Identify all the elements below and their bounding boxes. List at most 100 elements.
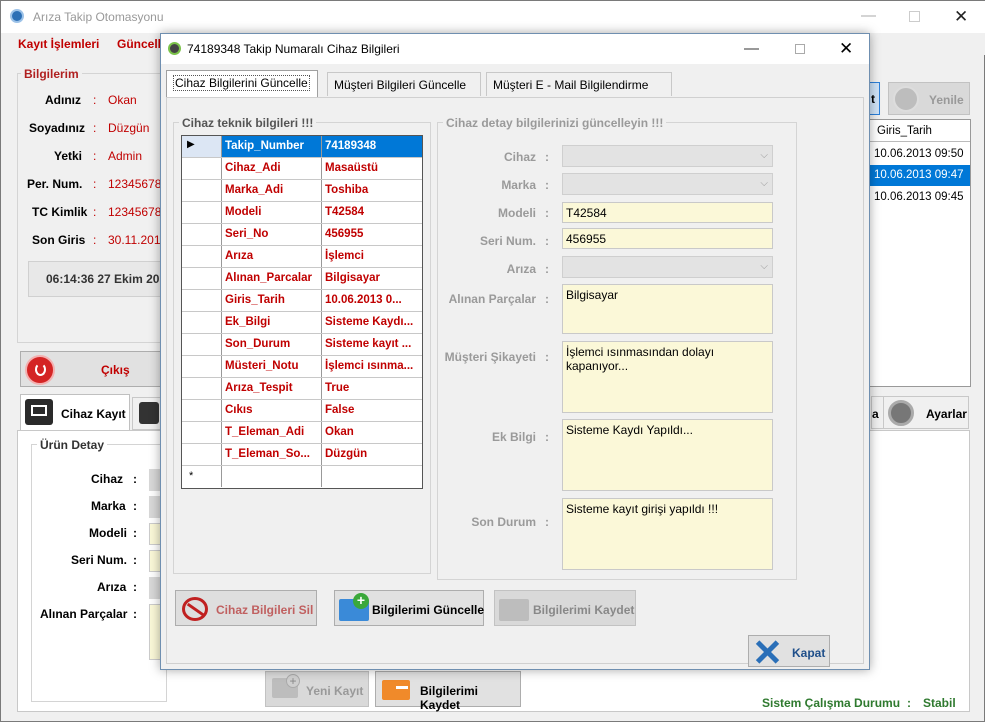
info-label-soyad: Soyadınız — [29, 121, 86, 135]
dialog-maximize-icon[interactable] — [795, 44, 805, 54]
prohibited-icon — [182, 597, 208, 621]
delete-device-button[interactable]: Cihaz Bilgileri Sil — [175, 590, 317, 626]
tab-cihaz-kayit-label: Cihaz Kayıt — [61, 407, 126, 421]
son-field[interactable]: Sisteme kayıt girişi yapıldı !!! — [562, 498, 773, 570]
power-icon — [25, 355, 55, 385]
info-label-ad: Adınız — [45, 93, 81, 107]
close-button[interactable]: Kapat — [748, 635, 830, 667]
dialog-app-icon — [168, 42, 181, 55]
device-grid[interactable]: ▶ Takip_Number 74189348 Cihaz_Adi Masaüst… — [181, 135, 423, 489]
grid-row[interactable]: T_Eleman_Adi Okan — [182, 422, 422, 444]
app-icon — [10, 9, 24, 23]
dialog-minimize-icon[interactable]: — — [744, 40, 759, 57]
gear-icon — [888, 400, 914, 426]
menu-kayit-islemleri[interactable]: Kayıt İşlemleri — [18, 37, 99, 51]
grid-row[interactable]: T_Eleman_So... Düzgün — [182, 444, 422, 466]
new-record-button[interactable]: + Yeni Kayıt — [265, 671, 369, 707]
info-value-tc: 123456789 — [108, 205, 164, 219]
marka-combo[interactable]: ⌵ — [562, 173, 773, 195]
label-sikayet: Müşteri Şikayeti — [444, 350, 536, 364]
info-label-yetki: Yetki — [54, 149, 83, 163]
info-value-pernum: 123456789 — [108, 177, 164, 191]
main-titlebar: Arıza Takip Otomasyonu — ✕ — [1, 1, 985, 33]
list-row[interactable]: 10.06.2013 09:50 — [873, 144, 970, 165]
grid-row-selected[interactable]: ▶ Takip_Number 74189348 — [182, 136, 422, 158]
grid-row[interactable]: Cıkıs False — [182, 400, 422, 422]
grid-row[interactable]: Arıza_Tespit True — [182, 378, 422, 400]
grid-row[interactable]: Seri_No 456955 — [182, 224, 422, 246]
tab-musteri-guncelle[interactable]: Müşteri Bilgileri Güncelle — [327, 72, 481, 96]
list-row-selected[interactable]: 10.06.2013 09:47 — [870, 165, 970, 186]
label-modeli: Modeli — [498, 206, 536, 220]
product-label-cihaz: Cihaz — [91, 472, 124, 486]
grid-row[interactable]: Giris_Tarih 10.06.2013 0... — [182, 290, 422, 312]
tab-musteri[interactable] — [132, 397, 162, 430]
list-header[interactable]: Giris_Tarih — [870, 120, 970, 142]
dialog-close-icon[interactable]: ✕ — [839, 39, 853, 59]
folder-save-icon — [499, 599, 529, 621]
tab-cihaz-kayit[interactable]: Cihaz Kayıt — [20, 394, 130, 430]
tab-ayarlar[interactable]: Ayarlar — [883, 396, 969, 429]
ariza-combo[interactable]: ⌵ — [562, 256, 773, 278]
label-ek: Ek Bilgi — [491, 430, 536, 444]
refresh-icon — [893, 86, 919, 112]
record-list[interactable]: Giris_Tarih 10.06.2013 09:50 10.06.2013 … — [869, 119, 971, 387]
tab-email-bilgilendirme[interactable]: Müşteri E - Mail Bilgilendirme — [486, 72, 672, 96]
sikayet-field[interactable]: İşlemci ısınmasından dolayı kapanıyor... — [562, 341, 773, 413]
exit-button[interactable]: Çıkış — [20, 351, 162, 387]
label-parcalar: Alınan Parçalar — [448, 292, 536, 306]
grid-row[interactable]: Marka_Adi Toshiba — [182, 180, 422, 202]
close-icon[interactable]: ✕ — [954, 7, 968, 27]
top-right-button[interactable]: t — [869, 82, 880, 115]
label-cihaz: Cihaz — [503, 150, 536, 164]
grid-row[interactable]: Modeli T42584 — [182, 202, 422, 224]
info-value-yetki: Admin — [108, 149, 143, 163]
chevron-down-icon: ⌵ — [760, 150, 768, 161]
label-ariza: Arıza — [506, 262, 536, 276]
row-pointer-icon: ▶ — [187, 139, 195, 150]
tab-partial[interactable]: a — [871, 396, 883, 429]
grid-row[interactable]: Cihaz_Adi Masaüstü — [182, 158, 422, 180]
product-group-title: Ürün Detay — [37, 438, 108, 452]
list-row[interactable]: 10.06.2013 09:45 — [873, 187, 970, 208]
save-info-button[interactable]: Bilgilerimi Kaydet — [494, 590, 636, 626]
save-info-main-label: Bilgilerimi Kaydet — [420, 684, 479, 712]
grid-row[interactable]: Arıza İşlemci — [182, 246, 422, 268]
monitor-icon — [25, 399, 53, 425]
label-seri: Seri Num. — [479, 234, 536, 248]
clock-text: 06:14:36 27 Ekim 20 — [46, 272, 160, 286]
status-colon: : — [907, 696, 911, 710]
product-label-modeli: Modeli — [89, 526, 127, 540]
product-label-parcalar: Alınan Parçalar — [40, 607, 128, 621]
close-x-icon — [753, 638, 781, 666]
new-record-label: Yeni Kayıt — [306, 684, 364, 698]
grid-row[interactable]: Müsteri_Notu İşlemci ısınma... — [182, 356, 422, 378]
info-label-tc: TC Kimlik — [32, 205, 88, 219]
save-info-main-button[interactable]: Bilgilerimi Kaydet — [375, 671, 521, 712]
grid-row[interactable]: Alınan_Parcalar Bilgisayar — [182, 268, 422, 290]
folder-icon — [382, 680, 410, 700]
maximize-icon[interactable] — [909, 11, 920, 22]
tab-cihaz-guncelle[interactable]: Cihaz Bilgilerini Güncelle — [166, 70, 318, 98]
user-icon — [139, 402, 159, 424]
info-group-title: Bilgilerim — [21, 67, 82, 81]
tab-ayarlar-label: Ayarlar — [926, 407, 967, 421]
product-label-marka: Marka — [91, 499, 126, 513]
status-value: Stabil — [923, 696, 956, 710]
cihaz-combo[interactable]: ⌵ — [562, 145, 773, 167]
grid-row[interactable]: Ek_Bilgi Sisteme Kaydı... — [182, 312, 422, 334]
device-dialog: 74189348 Takip Numaralı Cihaz Bilgileri … — [160, 33, 870, 670]
grid-row[interactable]: Son_Durum Sisteme kayıt ... — [182, 334, 422, 356]
info-value-songiris: 30.11.2015 — [108, 233, 164, 247]
chevron-down-icon: ⌵ — [760, 178, 768, 189]
grid-new-row[interactable]: * — [182, 466, 422, 488]
seri-field[interactable]: 456955 — [562, 228, 773, 249]
refresh-button[interactable]: Yenile — [888, 82, 970, 115]
minimize-icon[interactable]: — — [861, 7, 876, 24]
info-label-songiris: Son Giris — [32, 233, 86, 247]
ek-field[interactable]: Sisteme Kaydı Yapıldı... — [562, 419, 773, 491]
update-info-button[interactable]: + Bilgilerimi Güncelle — [334, 590, 484, 626]
modeli-field[interactable]: T42584 — [562, 202, 773, 223]
close-button-label: Kapat — [792, 646, 826, 660]
parcalar-field[interactable]: Bilgisayar — [562, 284, 773, 334]
